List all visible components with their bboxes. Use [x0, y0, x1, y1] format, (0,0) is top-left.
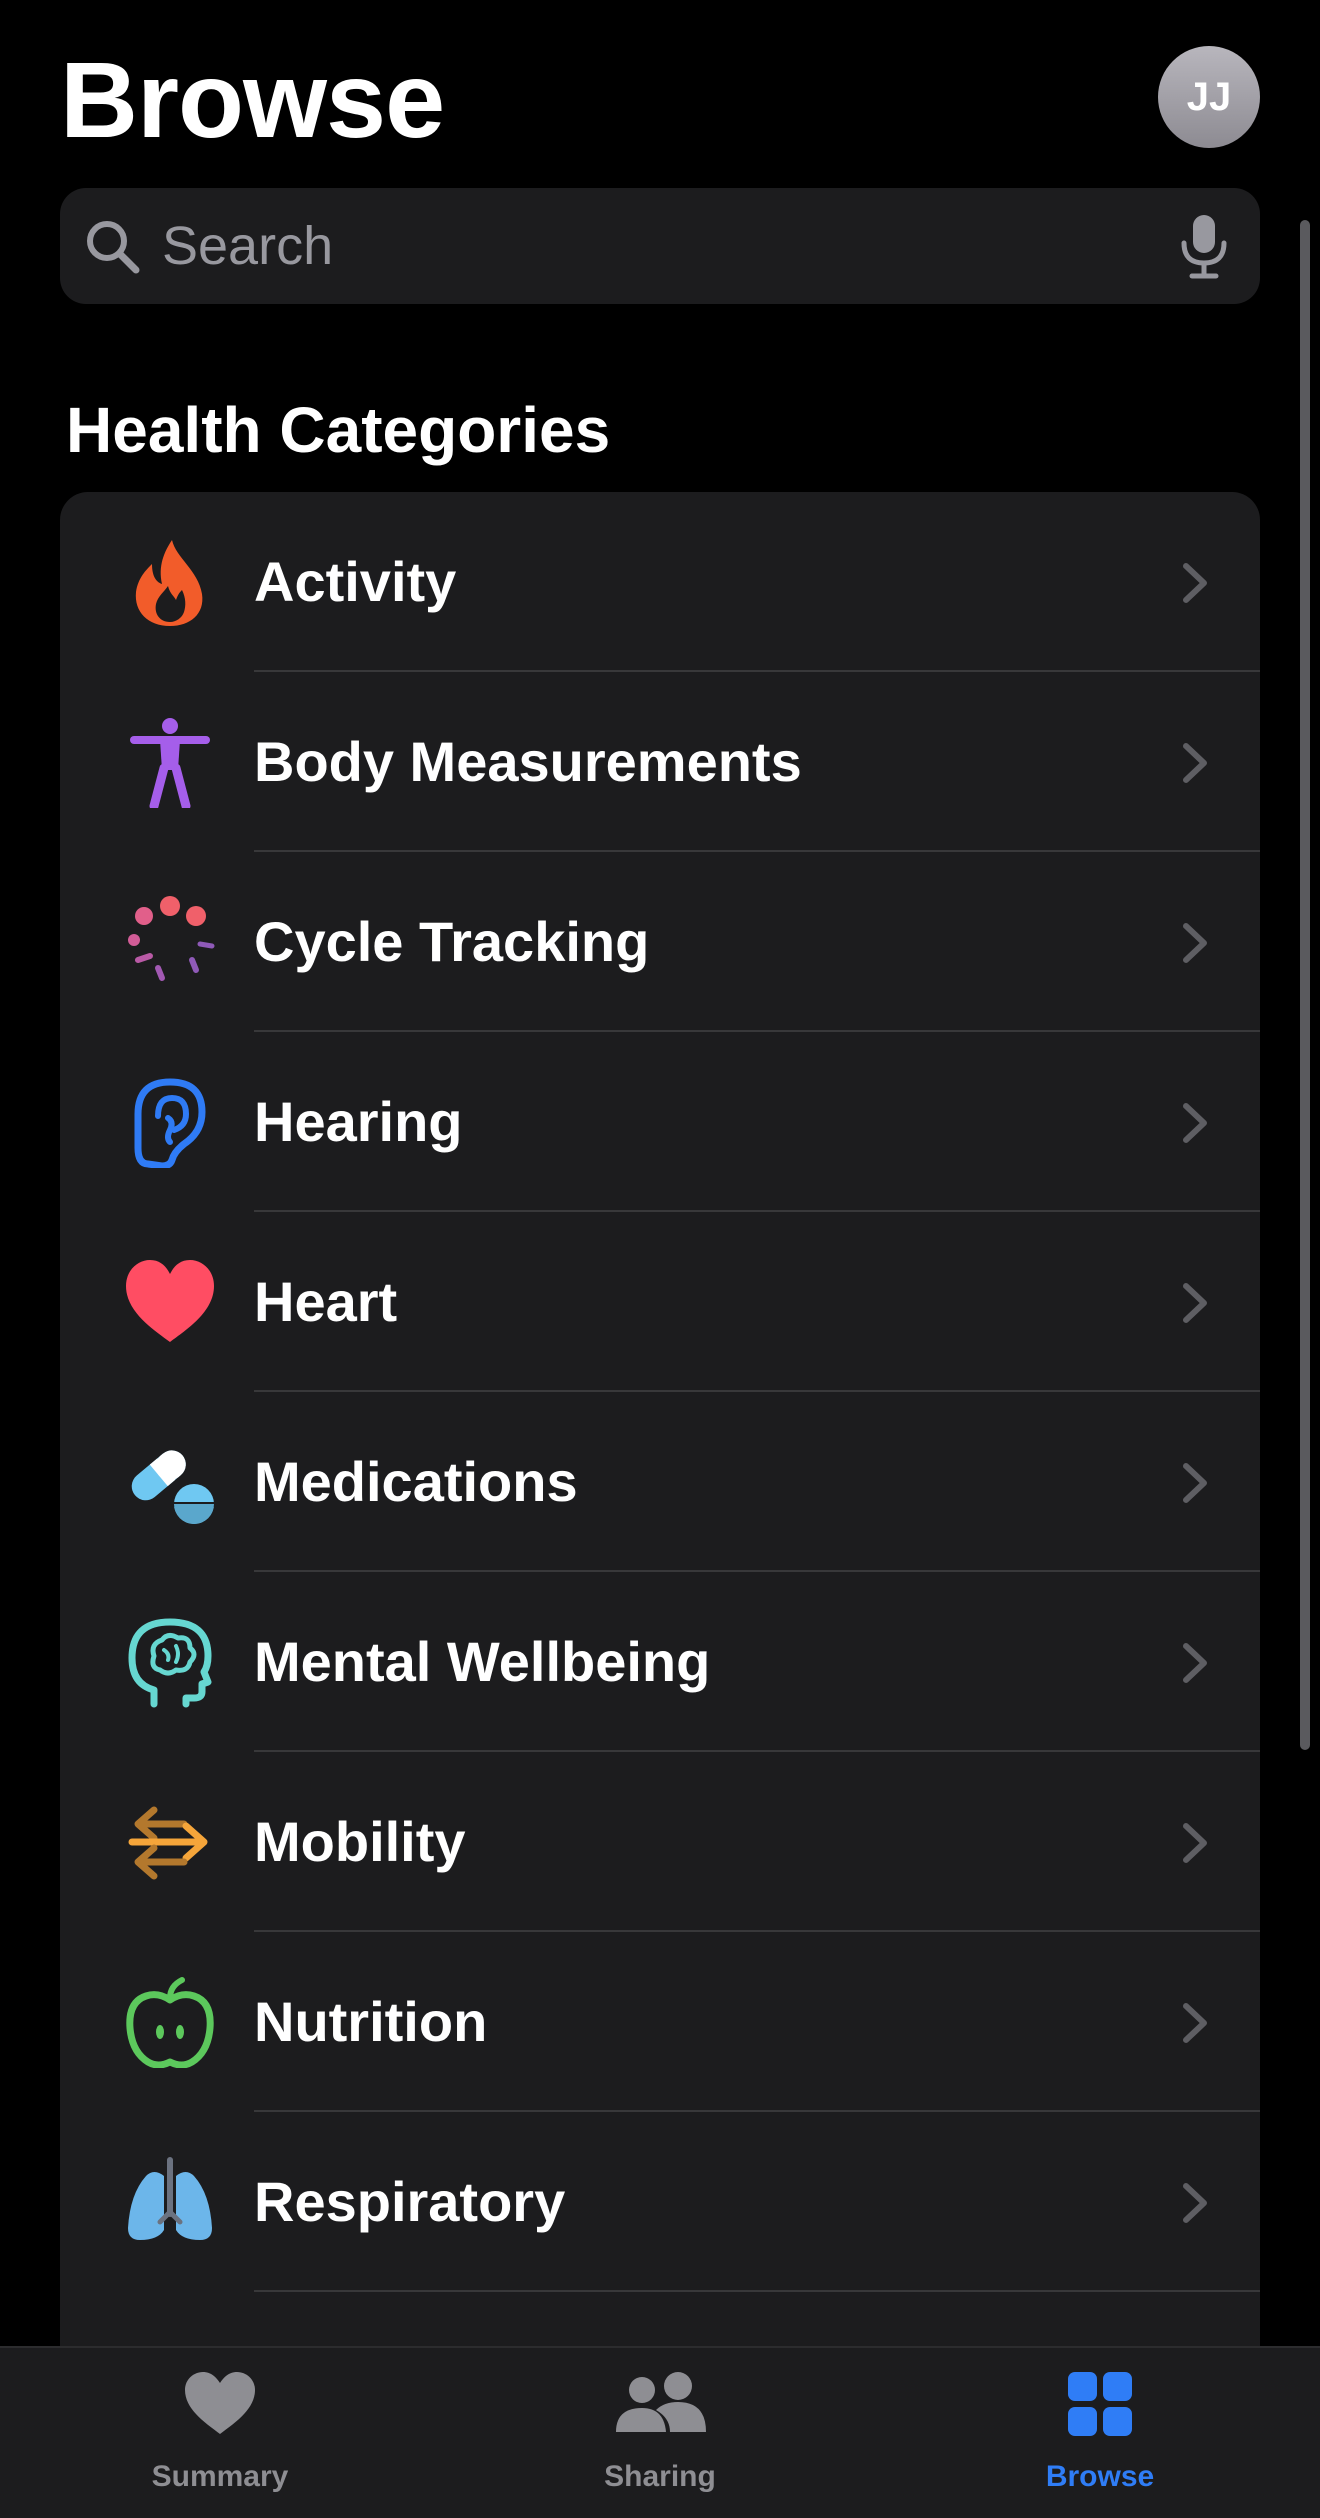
chevron-right-icon [1183, 1103, 1207, 1143]
chevron-right-icon [1183, 563, 1207, 603]
category-label: Activity [254, 550, 457, 613]
row-separator [254, 2290, 1260, 2292]
microphone-icon[interactable] [1178, 213, 1230, 279]
people-icon [616, 2372, 706, 2432]
chevron-right-icon [1183, 1643, 1207, 1683]
lungs-icon [128, 2157, 212, 2240]
heart-tab-icon [185, 2372, 255, 2434]
flame-icon [135, 540, 203, 626]
category-row-activity[interactable]: Activity [60, 492, 1260, 672]
category-row-heart[interactable]: Heart [60, 1212, 1260, 1392]
scrollbar[interactable] [1300, 220, 1310, 1750]
category-row-hearing[interactable]: Hearing [60, 1032, 1260, 1212]
chevron-right-icon [1183, 1823, 1207, 1863]
chevron-right-icon [1183, 2183, 1207, 2223]
apple-icon [126, 1977, 214, 2068]
tab-label: Browse [1045, 2460, 1155, 2493]
category-row-mobility[interactable]: Mobility [60, 1752, 1260, 1932]
search-input[interactable] [162, 215, 1178, 277]
ear-icon [134, 1078, 206, 1168]
chevron-right-icon [1183, 923, 1207, 963]
search-bar[interactable] [60, 188, 1260, 304]
category-label: Heart [254, 1270, 398, 1333]
category-row-nutrition[interactable]: Nutrition [60, 1932, 1260, 2112]
category-row-medications[interactable]: Medications [60, 1392, 1260, 1572]
tab-bar: Summary Sharing Browse [0, 2346, 1320, 2518]
tab-label: Summary [151, 2460, 289, 2493]
category-label: Mental Wellbeing [254, 1630, 711, 1693]
category-label: Nutrition [254, 1990, 488, 2053]
avatar[interactable]: JJ [1158, 46, 1260, 148]
category-row-respiratory[interactable]: Respiratory [60, 2112, 1260, 2292]
category-row-cycle-tracking[interactable]: Cycle Tracking [60, 852, 1260, 1032]
tab-browse[interactable]: Browse [880, 2348, 1320, 2518]
category-label: Cycle Tracking [254, 910, 650, 973]
category-label: Medications [254, 1450, 578, 1513]
figure-icon [130, 718, 210, 808]
category-row-mental-wellbeing[interactable]: Mental Wellbeing [60, 1572, 1260, 1752]
tab-label: Sharing [604, 2460, 716, 2493]
category-label: Hearing [254, 1090, 463, 1153]
chevron-right-icon [1183, 743, 1207, 783]
health-categories-list: Activity Body Measurements Cycle Trackin… [60, 492, 1260, 2392]
tab-sharing[interactable]: Sharing [440, 2348, 880, 2518]
grid-icon [1068, 2372, 1132, 2436]
section-title-health-categories: Health Categories [66, 394, 611, 466]
mind-head-icon [128, 1618, 212, 1708]
search-icon [87, 221, 140, 274]
category-label: Mobility [254, 1810, 466, 1873]
avatar-initials: JJ [1186, 74, 1232, 119]
category-label: Body Measurements [254, 730, 802, 793]
chevron-right-icon [1183, 1283, 1207, 1323]
category-label: Respiratory [254, 2170, 566, 2233]
pills-icon [131, 1450, 214, 1524]
category-row-body-measurements[interactable]: Body Measurements [60, 672, 1260, 852]
tab-summary[interactable]: Summary [0, 2348, 440, 2518]
chevron-right-icon [1183, 2003, 1207, 2043]
page-title: Browse [60, 39, 445, 160]
cycle-dots-icon [128, 896, 215, 981]
chevron-right-icon [1183, 1463, 1207, 1503]
heart-icon [126, 1260, 214, 1342]
arrows-icon [128, 1806, 208, 1880]
